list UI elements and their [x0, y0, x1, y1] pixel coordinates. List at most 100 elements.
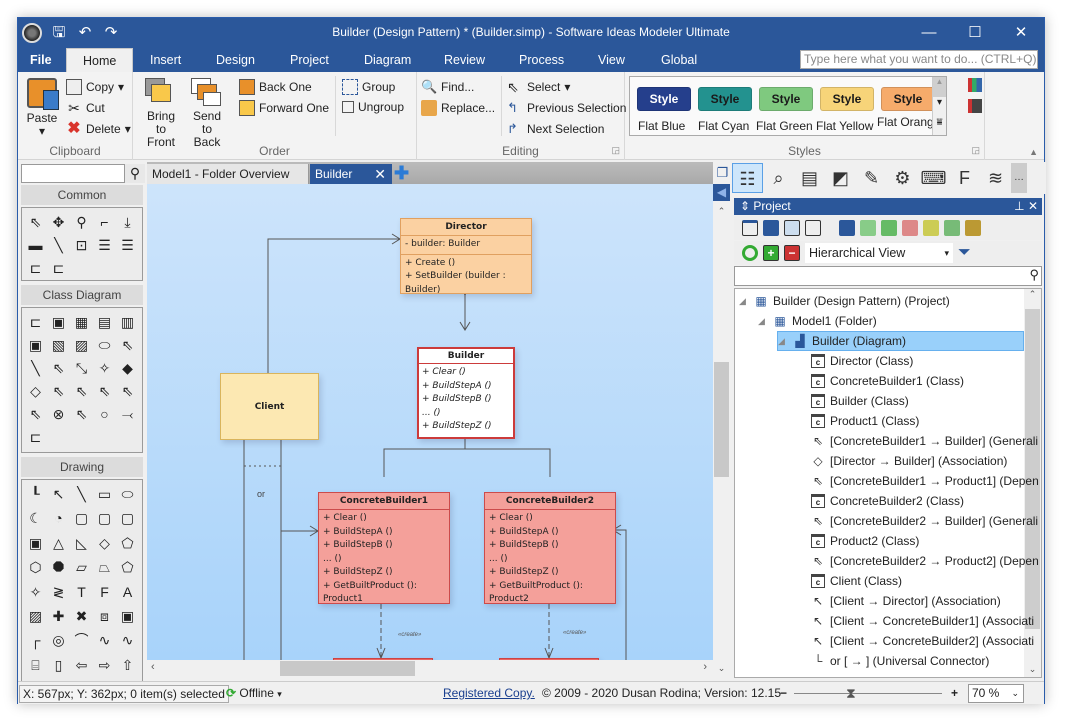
chevron-down-icon[interactable]: ▾	[564, 80, 570, 94]
style-flat-orange[interactable]: Style	[881, 87, 935, 111]
element-browser-icon[interactable]: ⌕	[763, 163, 794, 193]
pin-icon[interactable]: ⊥ ✕	[1014, 198, 1038, 215]
tree-item[interactable]: c Product1 (Class)	[796, 411, 919, 431]
style-reset-icon[interactable]	[968, 99, 982, 113]
interface-icon[interactable]: ▤	[93, 311, 116, 334]
close-tab-icon[interactable]: ✕	[374, 164, 386, 184]
paste-button[interactable]: Paste ▾	[24, 78, 60, 138]
template-icon[interactable]: ▧	[47, 334, 70, 357]
tree-item[interactable]: c ConcreteBuilder2 (Class)	[796, 491, 964, 511]
toolbox-search-input[interactable]	[21, 164, 125, 183]
ellipse-icon[interactable]: ⬭	[116, 483, 139, 506]
refresh-icon[interactable]	[742, 245, 758, 261]
view-usecase-icon[interactable]	[860, 220, 876, 236]
dependency-icon[interactable]: ⇖	[116, 334, 139, 357]
tab-process[interactable]: Process	[519, 48, 564, 72]
project-search-input[interactable]: ⚲	[734, 266, 1042, 286]
dependency-icon[interactable]: ⇖	[93, 380, 116, 403]
tree-item[interactable]: c Director (Class)	[796, 351, 913, 371]
new-folder-icon[interactable]	[763, 220, 779, 236]
document-icon[interactable]: ▤	[794, 163, 825, 193]
view-sequence-icon[interactable]	[902, 220, 918, 236]
toolbox-section-common[interactable]: Common	[21, 185, 143, 205]
plus-icon[interactable]: ✚	[47, 605, 70, 628]
view-mode-select[interactable]: Hierarchical View ▾	[805, 243, 953, 263]
tree-item[interactable]: c Builder (Class)	[796, 391, 909, 411]
tab-review[interactable]: Review	[444, 48, 485, 72]
text-icon[interactable]: T	[70, 581, 93, 604]
link-icon[interactable]: ⇖	[24, 403, 47, 426]
style-flat-green[interactable]: Style	[759, 87, 813, 111]
ungroup-button[interactable]: Ungroup	[342, 100, 404, 114]
tree-item[interactable]: ⇖ [ConcreteBuilder2 → Builder] (Generali	[796, 511, 1038, 531]
ring-icon[interactable]: ◎	[47, 629, 70, 652]
gallery-expand-icon[interactable]: ⩸	[933, 117, 946, 135]
toolbox-section-drawing[interactable]: Drawing	[21, 457, 143, 477]
previous-selection-button[interactable]: ↰ Previous Selection	[507, 100, 626, 116]
zoom-out-icon[interactable]: −	[780, 686, 787, 700]
search-icon[interactable]: ⚲	[1029, 267, 1039, 283]
search-icon[interactable]: ⚲	[125, 164, 145, 183]
class-client[interactable]: Client	[220, 373, 319, 440]
rounded-rect-icon[interactable]: ▢	[93, 507, 116, 530]
interface-circle-icon[interactable]: ○	[93, 403, 116, 426]
expand-icon[interactable]: ⇕	[740, 199, 750, 213]
cut-button[interactable]: ✂ Cut	[66, 100, 105, 116]
collapse-panel-icon[interactable]: ◀	[713, 184, 730, 201]
right-arrow-icon[interactable]: ⇨	[93, 654, 116, 677]
tree-item[interactable]: c Client (Class)	[796, 571, 902, 591]
hexagon-icon[interactable]: ⬡	[24, 556, 47, 579]
stereotype-icon[interactable]: ▨	[70, 334, 93, 357]
data-class-icon[interactable]: ▦	[70, 311, 93, 334]
tree-item[interactable]: └ or [ → ] (Universal Connector)	[796, 651, 990, 671]
more-icon[interactable]: …	[1011, 163, 1027, 193]
insert-icon[interactable]: ⤓	[116, 211, 139, 234]
nesting-icon[interactable]: ⊗	[47, 403, 70, 426]
tab-builder[interactable]: Builder ✕	[310, 164, 392, 184]
arc-icon[interactable]: ⌒	[70, 629, 93, 652]
rectangle-icon[interactable]: ▭	[93, 483, 116, 506]
select-button[interactable]: ⇖ Select ▾	[507, 79, 570, 95]
generalization-icon[interactable]: ⇖	[47, 380, 70, 403]
text-list-icon[interactable]: ☰	[116, 234, 139, 257]
pencils-icon[interactable]: ✎	[856, 163, 887, 193]
scroll-left-icon[interactable]: ‹	[151, 661, 155, 673]
package-icon[interactable]: ⊏	[24, 311, 47, 334]
command-search-input[interactable]: Type here what you want to do... (CTRL+Q…	[800, 50, 1038, 69]
tree-item[interactable]: c Product2 (Class)	[796, 531, 919, 551]
copy-button[interactable]: Copy ▾	[66, 79, 124, 95]
zoom-thumb[interactable]: ⧗	[846, 685, 856, 702]
scroll-down-icon[interactable]: ⌄	[713, 663, 730, 674]
gallery-up-icon[interactable]: ▲	[933, 77, 946, 97]
tree-item[interactable]: ↖ [Client → Director] (Association)	[796, 591, 1001, 611]
settings-icon[interactable]: ⚙	[887, 163, 918, 193]
canvas-horizontal-scrollbar[interactable]: ‹ ›	[147, 660, 713, 677]
bidirectional-icon[interactable]: ⤡	[70, 357, 93, 380]
expand-toggle-icon[interactable]: ◢	[739, 291, 749, 311]
toolbox-section-class-diagram[interactable]: Class Diagram	[21, 285, 143, 305]
gallery-scrollbar[interactable]: ▲ ▾ ⩸	[932, 77, 946, 135]
close-button[interactable]: ✕	[998, 18, 1044, 48]
group-button[interactable]: Group	[342, 79, 395, 95]
connection-status[interactable]: ⟳ Offline ▾	[226, 685, 282, 703]
up-arrow-icon[interactable]: ⇧	[116, 654, 139, 677]
shape-icon[interactable]: ⬠	[116, 556, 139, 579]
edit-style-icon[interactable]: ◩	[825, 163, 856, 193]
wave-icon[interactable]: ∿	[116, 629, 139, 652]
class-icon[interactable]: ▣	[47, 311, 70, 334]
style-flat-cyan[interactable]: Style	[698, 87, 752, 111]
format-text-icon[interactable]: F	[93, 581, 116, 604]
star-icon[interactable]: ✧	[24, 581, 47, 604]
tab-insert[interactable]: Insert	[150, 48, 181, 72]
link-icon[interactable]: ⇖	[70, 403, 93, 426]
layers-icon[interactable]: ≋	[980, 163, 1011, 193]
view-hierarchy-icon[interactable]	[839, 220, 855, 236]
rounded-rect-icon[interactable]: ▢	[116, 507, 139, 530]
tab-diagram[interactable]: Diagram	[364, 48, 411, 72]
realization-icon[interactable]: ⇖	[70, 380, 93, 403]
view-structure-icon[interactable]	[965, 220, 981, 236]
arrow-icon[interactable]: ↖	[47, 483, 70, 506]
required-interface-icon[interactable]: ⤙	[116, 403, 139, 426]
scroll-down-icon[interactable]: ⌄	[1024, 664, 1041, 675]
minimize-button[interactable]: —	[906, 18, 952, 48]
